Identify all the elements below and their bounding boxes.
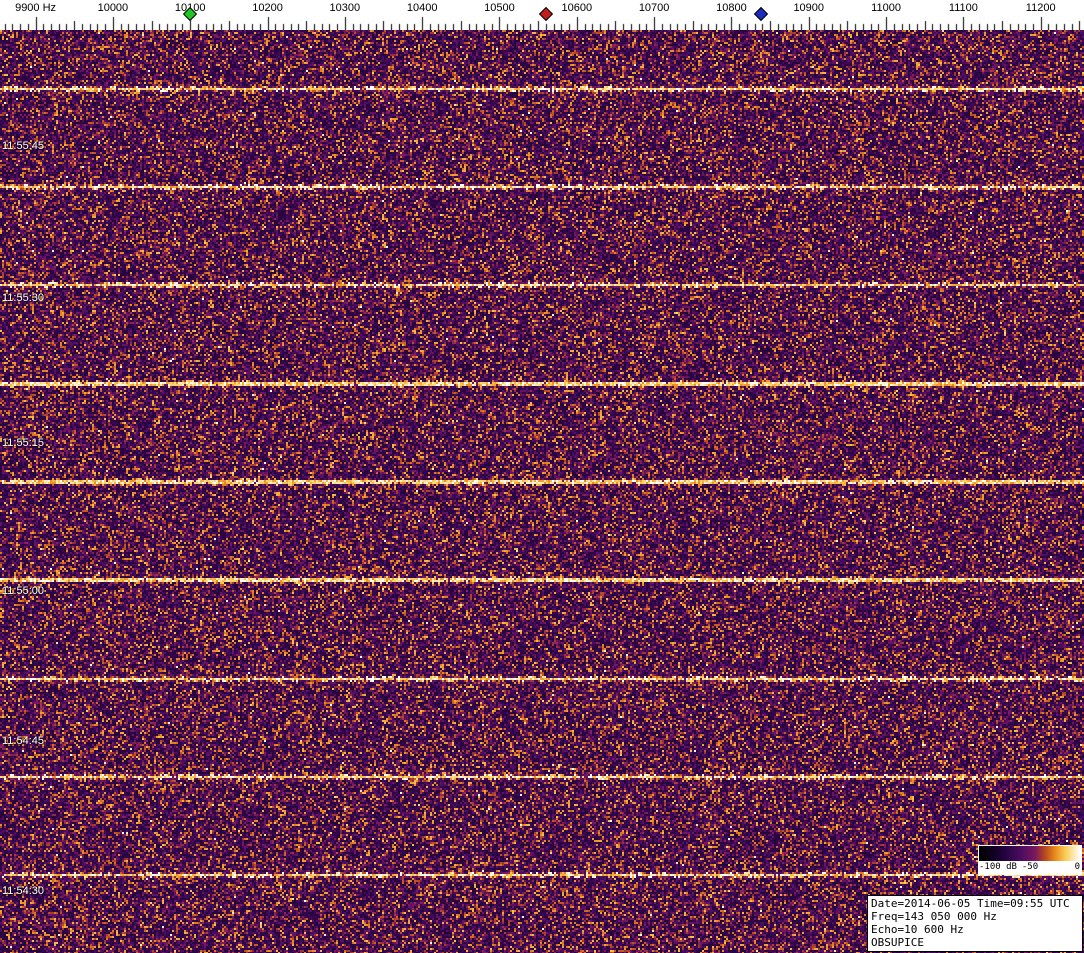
spectrogram-canvas[interactable] <box>0 30 1084 953</box>
colorbar-label-mid: -50 <box>1022 862 1038 872</box>
spectrogram-app: 11:55:45 11:55:30 11:55:15 11:55:00 11:54:45… <box>0 0 1084 953</box>
ruler-tick-label: 11200 <box>1026 2 1056 14</box>
colorbar-label-min: -100 dB <box>979 862 1017 872</box>
time-label: 11:54:45 <box>2 735 44 747</box>
time-label: 11:55:15 <box>2 437 44 449</box>
ruler-tick-label: 10000 <box>98 2 129 14</box>
info-line-date: Date=2014-06-05 Time=09:55 UTC <box>871 897 1079 910</box>
time-label: 11:55:00 <box>2 585 44 597</box>
colorbar: -100 dB -50 0 <box>978 845 1082 875</box>
time-label: 11:55:45 <box>2 140 44 152</box>
ruler-tick-label: 11000 <box>871 2 901 14</box>
ruler-tick-label: 11100 <box>949 2 978 14</box>
spectrogram-area: 11:55:45 11:55:30 11:55:15 11:55:00 11:54:45… <box>0 30 1084 953</box>
time-label: 11:54:30 <box>2 885 44 897</box>
ruler-tick-label: 9900 Hz <box>15 2 56 14</box>
ruler-tick-label: 10500 <box>484 2 515 14</box>
colorbar-label-max: 0 <box>1075 862 1080 872</box>
ruler-tick-label: 10900 <box>793 2 824 14</box>
time-label: 11:55:30 <box>2 292 44 304</box>
ruler-tick-label: 10300 <box>330 2 361 14</box>
ruler-tick-label: 10400 <box>407 2 438 14</box>
ruler-tick-label: 10800 <box>716 2 747 14</box>
info-line-echo: Echo=10 600 Hz <box>871 923 1079 936</box>
frequency-ruler[interactable]: 9900 Hz100001010010200103001040010500106… <box>0 0 1084 30</box>
info-box: Date=2014-06-05 Time=09:55 UTC Freq=143 … <box>867 895 1083 952</box>
colorbar-labels: -100 dB -50 0 <box>979 861 1081 874</box>
info-line-freq: Freq=143 050 000 Hz <box>871 910 1079 923</box>
ruler-tick-label: 10200 <box>252 2 283 14</box>
colorbar-gradient <box>979 846 1081 861</box>
info-line-station: OBSUPICE <box>871 936 1079 949</box>
ruler-tick-label: 10600 <box>561 2 592 14</box>
ruler-tick-label: 10700 <box>639 2 670 14</box>
